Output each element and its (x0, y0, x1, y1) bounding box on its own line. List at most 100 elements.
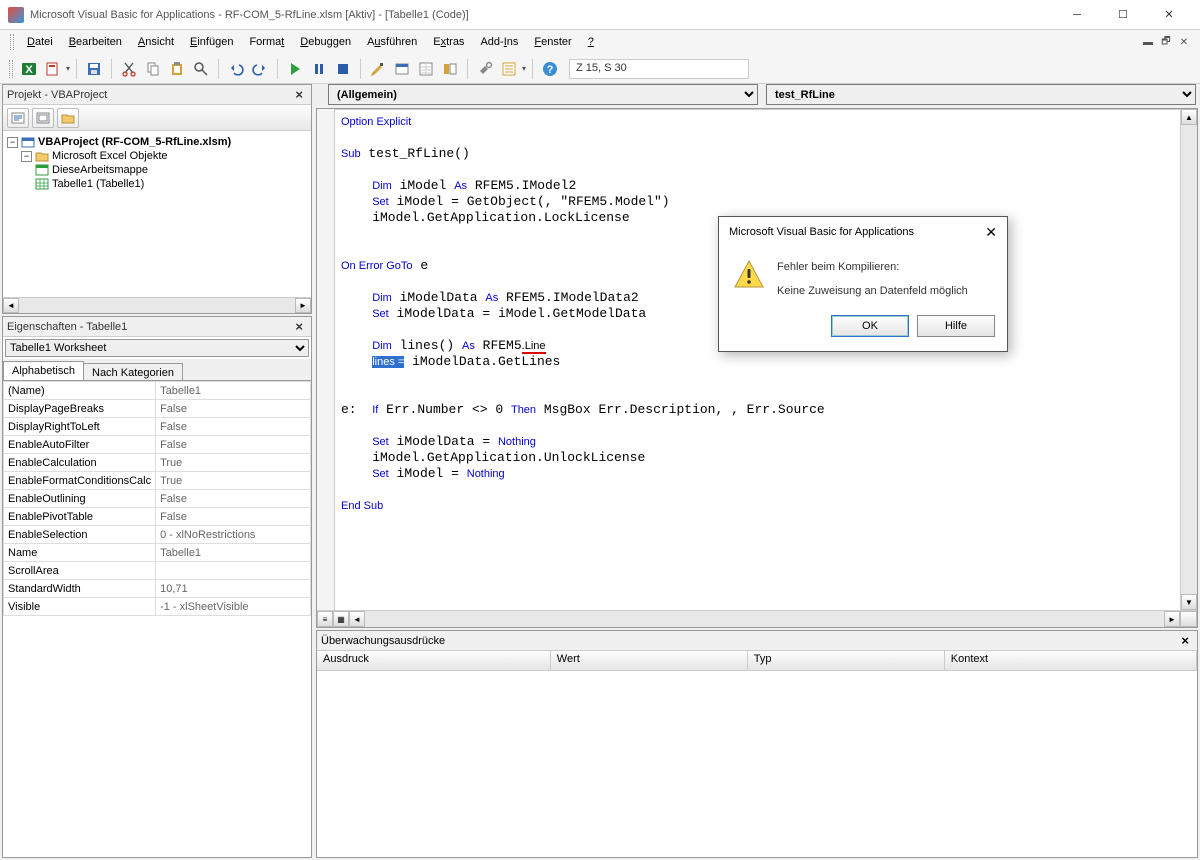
break-icon[interactable] (308, 58, 330, 80)
prop-name[interactable]: DisplayRightToLeft (4, 418, 156, 436)
prop-value[interactable]: True (156, 454, 311, 472)
help-icon[interactable]: ? (539, 58, 561, 80)
prop-name[interactable]: DisplayPageBreaks (4, 400, 156, 418)
menu-ausfuehren[interactable]: Ausführen (360, 33, 424, 51)
tab-order-icon[interactable] (498, 58, 520, 80)
prop-value[interactable]: True (156, 472, 311, 490)
project-item-workbook[interactable]: DieseArbeitsmappe (52, 164, 148, 176)
project-hscrollbar[interactable]: ◄► (3, 297, 311, 313)
project-tree[interactable]: −VBAProject (RF-COM_5-RfLine.xlsm) −Micr… (3, 131, 311, 297)
prop-name[interactable]: EnableOutlining (4, 490, 156, 508)
project-root[interactable]: VBAProject (RF-COM_5-RfLine.xlsm) (38, 136, 231, 148)
code-text[interactable]: Option Explicit Sub test_RfLine() Dim iM… (335, 109, 1180, 610)
maximize-button[interactable]: ☐ (1100, 0, 1146, 30)
code-editor[interactable]: Option Explicit Sub test_RfLine() Dim iM… (316, 108, 1198, 628)
design-mode-icon[interactable] (367, 58, 389, 80)
prop-value[interactable]: 0 - xlNoRestrictions (156, 526, 311, 544)
insert-module-icon[interactable] (42, 58, 64, 80)
prop-value[interactable] (156, 562, 311, 580)
menu-einfuegen[interactable]: Einfügen (183, 33, 240, 51)
prop-name[interactable]: EnableCalculation (4, 454, 156, 472)
warning-icon (733, 259, 765, 289)
object-browser-icon[interactable] (439, 58, 461, 80)
paste-icon[interactable] (166, 58, 188, 80)
menu-addins[interactable]: Add-Ins (473, 33, 525, 51)
properties-tab-alpha[interactable]: Alphabetisch (3, 361, 84, 380)
dialog-ok-button[interactable]: OK (831, 315, 909, 337)
prop-value[interactable]: 10,71 (156, 580, 311, 598)
prop-name[interactable]: ScrollArea (4, 562, 156, 580)
menu-ansicht[interactable]: Ansicht (131, 33, 181, 51)
menu-help[interactable]: ? (581, 33, 601, 51)
toolbox-icon[interactable] (474, 58, 496, 80)
prop-value[interactable]: Tabelle1 (156, 382, 311, 400)
cut-icon[interactable] (118, 58, 140, 80)
redo-icon[interactable] (249, 58, 271, 80)
prop-value[interactable]: False (156, 418, 311, 436)
view-code-icon[interactable] (7, 108, 29, 128)
excel-icon[interactable]: X (18, 58, 40, 80)
menu-format[interactable]: Format (242, 33, 291, 51)
project-explorer-close-icon[interactable]: × (291, 87, 307, 102)
menu-extras[interactable]: Extras (426, 33, 471, 51)
dialog-help-button[interactable]: Hilfe (917, 315, 995, 337)
prop-name[interactable]: EnableFormatConditionsCalc (4, 472, 156, 490)
toolbar-handle[interactable] (10, 34, 14, 50)
watch-body[interactable] (317, 671, 1197, 857)
prop-name[interactable]: Name (4, 544, 156, 562)
toolbar-handle[interactable] (9, 60, 13, 78)
watch-col-type[interactable]: Typ (748, 651, 945, 670)
mdi-close-button[interactable]: ✕ (1176, 35, 1192, 49)
prop-name[interactable]: (Name) (4, 382, 156, 400)
prop-name[interactable]: Visible (4, 598, 156, 616)
prop-name[interactable]: StandardWidth (4, 580, 156, 598)
save-icon[interactable] (83, 58, 105, 80)
minimize-button[interactable]: ─ (1054, 0, 1100, 30)
full-module-view-icon[interactable]: ▦ (333, 611, 349, 627)
mdi-restore-button[interactable]: 🗗 (1158, 35, 1174, 49)
prop-value[interactable]: False (156, 508, 311, 526)
undo-icon[interactable] (225, 58, 247, 80)
project-item-sheet[interactable]: Tabelle1 (Tabelle1) (52, 178, 144, 190)
prop-value[interactable]: False (156, 436, 311, 454)
properties-window-icon[interactable] (415, 58, 437, 80)
properties-close-icon[interactable]: × (291, 319, 307, 334)
project-folder[interactable]: Microsoft Excel Objekte (52, 150, 168, 162)
prop-value[interactable]: Tabelle1 (156, 544, 311, 562)
procedure-view-icon[interactable]: ≡ (317, 611, 333, 627)
menu-fenster[interactable]: Fenster (527, 33, 578, 51)
project-explorer-icon[interactable] (391, 58, 413, 80)
properties-grid[interactable]: (Name)Tabelle1DisplayPageBreaksFalseDisp… (3, 381, 311, 857)
code-vscrollbar[interactable]: ▲▼ (1180, 109, 1197, 610)
find-icon[interactable] (190, 58, 212, 80)
code-hscrollbar[interactable]: ≡ ▦ ◄► (317, 610, 1197, 627)
watch-close-icon[interactable]: × (1177, 633, 1193, 648)
code-margin[interactable] (317, 109, 335, 610)
prop-name[interactable]: EnableSelection (4, 526, 156, 544)
object-dropdown[interactable]: (Allgemein) (328, 84, 758, 105)
prop-value[interactable]: False (156, 400, 311, 418)
view-object-icon[interactable] (32, 108, 54, 128)
properties-object-selector[interactable]: Tabelle1 Worksheet (5, 339, 309, 357)
run-icon[interactable] (284, 58, 306, 80)
prop-value[interactable]: False (156, 490, 311, 508)
window-titlebar: Microsoft Visual Basic for Applications … (0, 0, 1200, 30)
procedure-dropdown[interactable]: test_RfLine (766, 84, 1196, 105)
watch-col-value[interactable]: Wert (551, 651, 748, 670)
mdi-minimize-button[interactable]: ▬ (1140, 35, 1156, 49)
watch-col-expression[interactable]: Ausdruck (317, 651, 551, 670)
prop-name[interactable]: EnableAutoFilter (4, 436, 156, 454)
watch-col-context[interactable]: Kontext (945, 651, 1197, 670)
watch-columns[interactable]: Ausdruck Wert Typ Kontext (317, 651, 1197, 671)
close-button[interactable]: ✕ (1146, 0, 1192, 30)
prop-value[interactable]: -1 - xlSheetVisible (156, 598, 311, 616)
menu-datei[interactable]: Datei (20, 33, 60, 51)
toggle-folders-icon[interactable] (57, 108, 79, 128)
prop-name[interactable]: EnablePivotTable (4, 508, 156, 526)
reset-icon[interactable] (332, 58, 354, 80)
properties-tab-category[interactable]: Nach Kategorien (83, 363, 183, 380)
dialog-close-icon[interactable]: ✕ (985, 224, 997, 241)
menu-bearbeiten[interactable]: Bearbeiten (62, 33, 129, 51)
menu-debuggen[interactable]: Debuggen (293, 33, 358, 51)
copy-icon[interactable] (142, 58, 164, 80)
